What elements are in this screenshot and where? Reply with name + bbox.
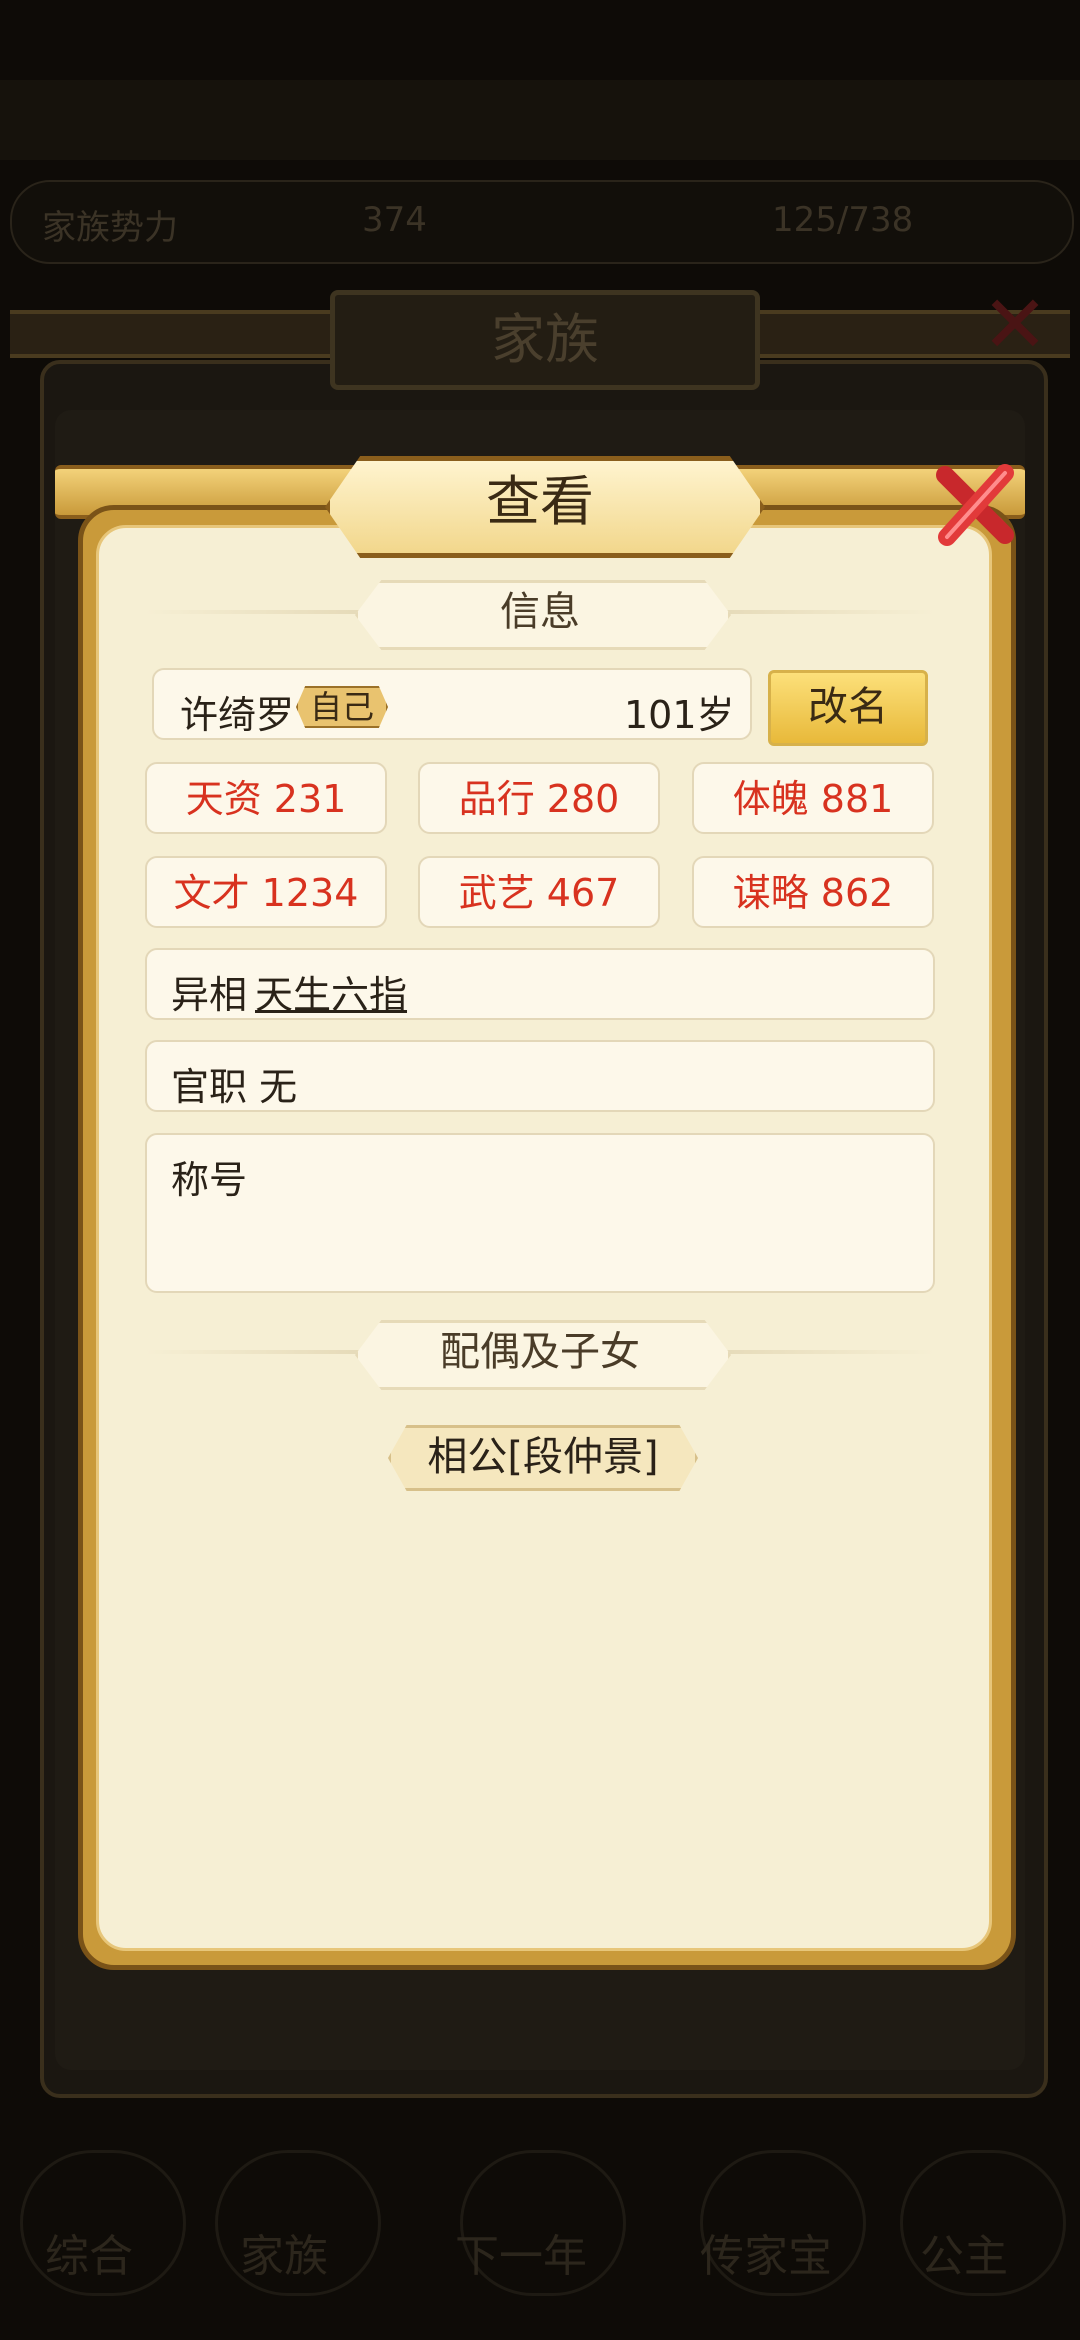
nav-label-next-year: 下一年 (455, 2231, 587, 2282)
family-section-title: 配偶及子女 (440, 1329, 640, 1375)
attribute-physique: 体魄 881 (692, 762, 934, 834)
spouse-button[interactable]: 相公[段仲景] (388, 1425, 698, 1491)
capacity-value: 125/738 (772, 200, 914, 240)
office-label: 官职 无 (171, 1065, 298, 1109)
nav-label-family: 家族 (240, 2231, 328, 2282)
self-badge: 自己 (296, 686, 389, 728)
top-bar-bg (0, 80, 1080, 160)
rename-button[interactable]: 改名 (768, 670, 928, 746)
info-section-title: 信息 (500, 589, 580, 635)
family-power-value: 374 (362, 200, 427, 240)
character-name: 许绮罗 (180, 693, 295, 737)
trait-label: 异相 (171, 973, 248, 1017)
trait-link[interactable]: 天生六指 (255, 964, 407, 1019)
nav-label-overview: 综合 (45, 2231, 133, 2282)
background-window-title: 家族 (330, 290, 760, 390)
attribute-martial: 武艺 467 (418, 856, 660, 928)
titles-label: 称号 (171, 1158, 248, 1202)
attribute-talent: 天资 231 (145, 762, 387, 834)
nav-label-princess: 公主 (920, 2231, 1008, 2282)
trait-field: 异相 天生六指 (145, 948, 935, 1020)
character-age: 101岁 (624, 693, 735, 737)
modal-title: 查看 (486, 470, 594, 533)
attribute-literary: 文才 1234 (145, 856, 387, 928)
office-field: 官职 无 (145, 1040, 935, 1112)
family-power-label: 家族势力 (42, 208, 178, 248)
attribute-strategy: 谋略 862 (692, 856, 934, 928)
background-close-icon: ✕ (981, 278, 1049, 371)
attribute-conduct: 品行 280 (418, 762, 660, 834)
titles-field: 称号 (145, 1133, 935, 1293)
nav-label-heirloom: 传家宝 (700, 2231, 832, 2282)
close-icon[interactable] (925, 455, 1025, 555)
stats-bar: 家族势力 374 125/738 (10, 180, 1074, 264)
name-field: 许绮罗 自己 101岁 (152, 668, 752, 740)
